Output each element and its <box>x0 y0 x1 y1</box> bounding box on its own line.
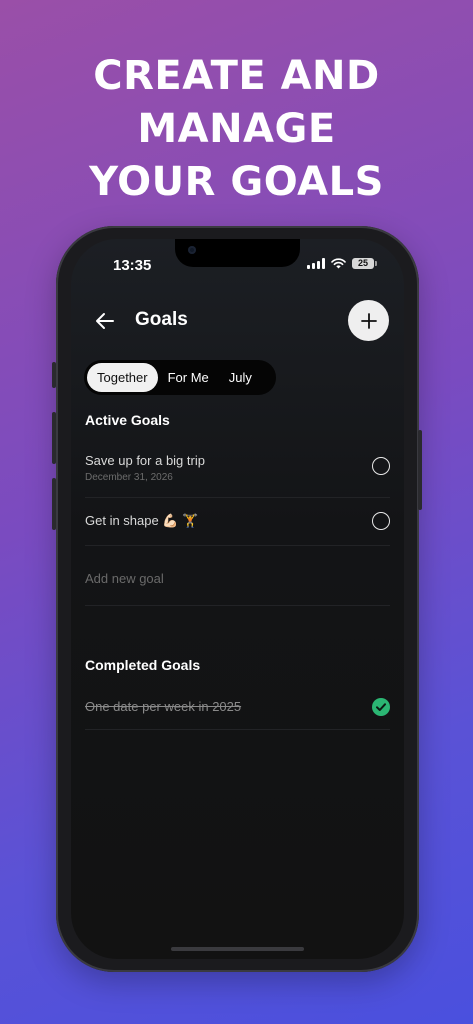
dynamic-island <box>175 239 300 267</box>
tab-together[interactable]: Together <box>87 363 158 392</box>
tab-july[interactable]: July <box>219 363 262 392</box>
tab-bar: Together For Me July <box>84 360 276 395</box>
front-camera <box>188 246 196 254</box>
home-indicator <box>171 947 304 951</box>
phone-volume-down-button <box>52 478 56 530</box>
goal-complete-checkbox[interactable] <box>372 512 390 530</box>
add-goal-button[interactable] <box>348 300 389 341</box>
plus-icon <box>360 312 377 329</box>
check-glyph-icon <box>376 703 386 711</box>
phone-volume-up-button <box>52 412 56 464</box>
phone-power-button <box>418 430 422 510</box>
goal-title: Get in shape 💪🏻 🏋 <box>85 513 199 528</box>
active-goals-heading: Active Goals <box>85 412 170 428</box>
checkmark-icon[interactable] <box>372 698 390 716</box>
wifi-icon <box>331 258 346 269</box>
goal-row-save-up[interactable]: Save up for a big trip December 31, 2026 <box>85 443 390 498</box>
cellular-signal-icon <box>307 258 325 269</box>
completed-goal-title: One date per week in 2025 <box>85 699 242 714</box>
completed-goal-row[interactable]: One date per week in 2025 <box>85 685 390 730</box>
goal-title: Save up for a big trip <box>85 453 205 468</box>
goal-row-get-in-shape[interactable]: Get in shape 💪🏻 🏋 <box>85 497 390 546</box>
status-icons: 25 <box>307 258 377 269</box>
headline-line-1: CREATE AND <box>93 53 380 99</box>
battery-icon: 25 <box>352 258 377 269</box>
status-time: 13:35 <box>113 257 152 274</box>
phone-screen: 13:35 25 Goals Together For Me July Acti… <box>71 239 404 959</box>
add-goal-row[interactable]: Add new goal <box>85 545 390 606</box>
arrow-left-icon[interactable] <box>93 309 117 333</box>
headline-line-3: YOUR GOALS <box>89 159 384 205</box>
add-goal-input[interactable]: Add new goal <box>85 571 164 586</box>
headline: CREATE AND MANAGE YOUR GOALS <box>0 50 473 209</box>
completed-goals-heading: Completed Goals <box>85 657 201 673</box>
headline-line-2: MANAGE <box>137 106 336 152</box>
phone-mute-switch <box>52 362 56 388</box>
goal-complete-checkbox[interactable] <box>372 457 390 475</box>
goal-due-date: December 31, 2026 <box>85 472 173 483</box>
page-title: Goals <box>135 309 188 330</box>
tab-for-me[interactable]: For Me <box>158 363 219 392</box>
